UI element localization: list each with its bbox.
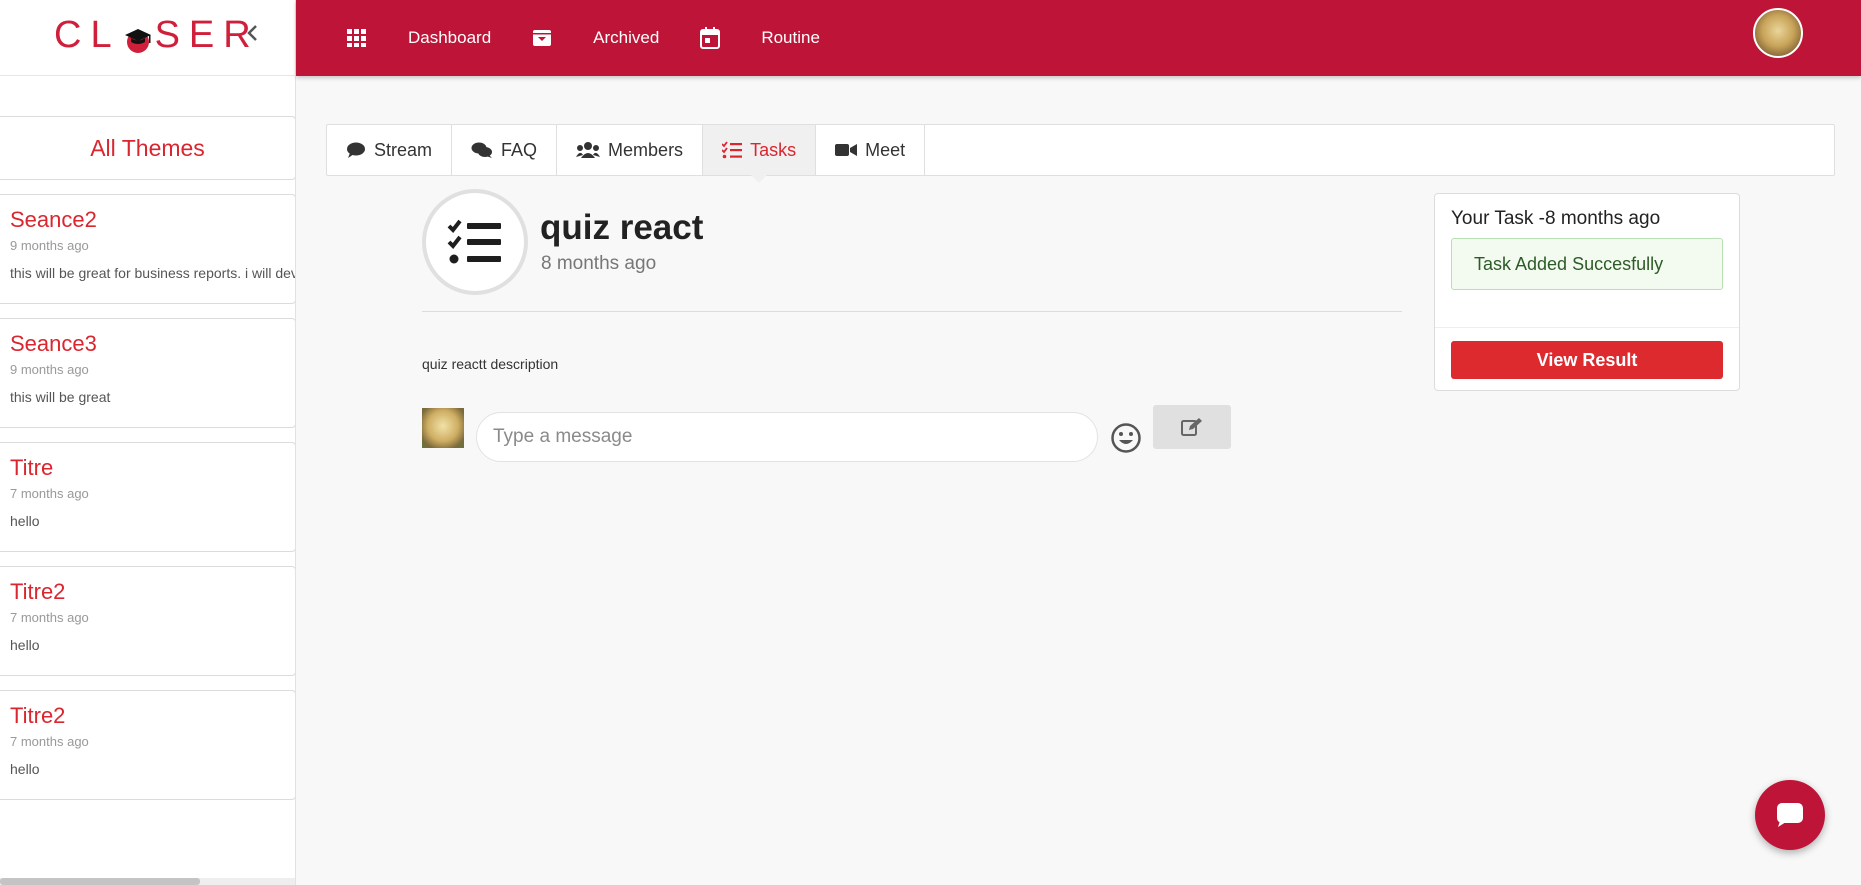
sidebar: CL SER All Themes Seance2 9 months ago t…	[0, 0, 296, 885]
themes-list: All Themes Seance2 9 months ago this wil…	[0, 116, 296, 800]
theme-description: hello	[10, 637, 40, 653]
theme-title: Seance2	[10, 207, 97, 232]
tab-label: Stream	[374, 139, 433, 160]
tab-tasks[interactable]: Tasks	[703, 125, 817, 183]
theme-card[interactable]: Seance2 9 months ago this will be great …	[0, 194, 296, 304]
theme-title: Titre2	[10, 579, 66, 604]
comments-icon	[471, 142, 493, 158]
theme-card[interactable]: Titre2 7 months ago hello	[0, 690, 295, 800]
theme-time: 9 months ago	[10, 362, 89, 377]
tab-meet[interactable]: Meet	[816, 125, 926, 175]
your-task-title: Your Task -8 months ago	[1451, 208, 1661, 229]
tab-label: Meet	[865, 139, 906, 160]
task-icon-circle	[422, 189, 528, 295]
tab-label: FAQ	[501, 139, 538, 160]
tab-label: Tasks	[750, 139, 797, 160]
emoji-button[interactable]	[1110, 422, 1142, 454]
user-avatar[interactable]	[1753, 8, 1803, 58]
your-task-panel: Your Task -8 months ago Task Added Succe…	[1434, 193, 1740, 391]
theme-description: hello	[10, 513, 40, 529]
closer-logo[interactable]: CL SER	[54, 14, 260, 57]
nav-archived[interactable]: Archived	[593, 28, 659, 48]
theme-title: Titre2	[10, 703, 66, 728]
theme-card[interactable]: Seance3 9 months ago this will be great	[0, 318, 295, 428]
task-description: quiz reactt description	[422, 356, 559, 372]
tab-stream[interactable]: Stream	[327, 125, 453, 175]
chat-button[interactable]	[1755, 780, 1825, 850]
theme-description: hello	[10, 761, 40, 777]
theme-card[interactable]: Titre2 7 months ago hello	[0, 566, 295, 676]
smile-icon	[1111, 423, 1141, 453]
nav-dashboard[interactable]: Dashboard	[408, 28, 491, 48]
top-navbar: Dashboard Archived Routine	[296, 0, 1861, 76]
tasks-icon	[722, 141, 743, 159]
archive-icon[interactable]	[531, 27, 553, 49]
tab-faq[interactable]: FAQ	[452, 125, 558, 175]
theme-description: this will be great for business reports.…	[10, 265, 296, 281]
logo-text-left: CL	[54, 14, 121, 56]
theme-time: 7 months ago	[10, 610, 89, 625]
tab-label: Members	[608, 139, 684, 160]
theme-title: Seance3	[10, 331, 97, 356]
comment-icon	[347, 142, 365, 158]
chevron-left-icon	[247, 25, 257, 41]
task-list-icon	[447, 219, 501, 264]
all-themes-header[interactable]: All Themes	[0, 116, 295, 180]
edit-icon	[1181, 418, 1202, 436]
theme-title: Titre	[10, 455, 54, 480]
tab-members[interactable]: Members	[557, 125, 704, 175]
post-comment-button[interactable]	[1153, 405, 1231, 449]
users-icon	[576, 142, 601, 158]
logo-bar: CL SER	[0, 0, 295, 76]
message-input[interactable]	[476, 412, 1098, 462]
graduation-cap-icon	[123, 22, 153, 53]
nav-routine[interactable]: Routine	[761, 28, 820, 48]
theme-description: this will be great	[10, 389, 111, 405]
scrollbar-thumb[interactable]	[0, 878, 200, 885]
sidebar-horizontal-scrollbar[interactable]	[0, 878, 295, 885]
task-time: 8 months ago	[541, 253, 657, 274]
class-tabs: Stream FAQ Members Tasks Meet	[326, 124, 1835, 183]
success-alert: Task Added Succesfully	[1451, 238, 1723, 290]
task-title: quiz react	[540, 208, 704, 247]
theme-time: 7 months ago	[10, 486, 89, 501]
divider	[1435, 327, 1739, 328]
theme-card[interactable]: Titre 7 months ago hello	[0, 442, 295, 552]
comment-avatar	[422, 408, 464, 448]
logo-text-right: SER	[154, 14, 260, 56]
collapse-sidebar-button[interactable]	[246, 22, 260, 50]
divider	[422, 311, 1402, 312]
apps-grid-icon[interactable]	[346, 27, 368, 49]
view-result-button[interactable]: View Result	[1451, 341, 1723, 379]
theme-time: 7 months ago	[10, 734, 89, 749]
chat-bubble-icon	[1777, 803, 1803, 827]
theme-time: 9 months ago	[10, 238, 89, 253]
calendar-icon[interactable]	[699, 27, 721, 49]
video-camera-icon	[835, 144, 858, 156]
